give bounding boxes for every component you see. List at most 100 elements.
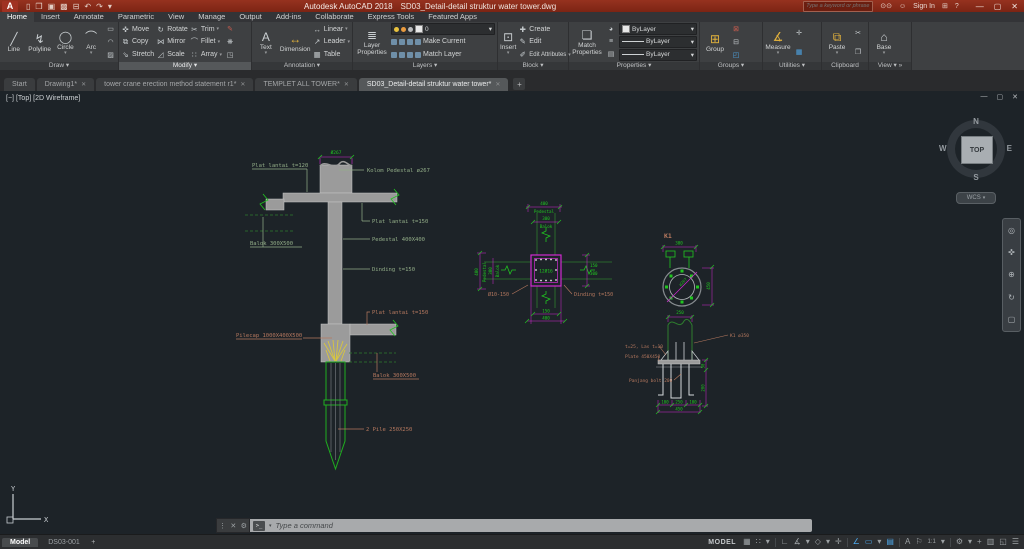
hatch-icon[interactable]: ▨	[107, 51, 114, 59]
tab-addins[interactable]: Add-ins	[269, 12, 308, 22]
fillet-button[interactable]: ⌒ Fillet ▾	[190, 36, 222, 48]
grid-toggle-icon[interactable]: ▦	[743, 536, 751, 548]
base-button[interactable]: ⌂ Base ▾	[871, 23, 897, 61]
insert-button[interactable]: ⊡ Insert ▾	[500, 23, 516, 61]
polar-toggle-icon[interactable]: ∡	[794, 536, 801, 548]
measure-button[interactable]: ∡ Measure ▾	[765, 23, 791, 61]
arc-button[interactable]: ⌒ Arc ▾	[79, 23, 103, 61]
copy-clip-icon[interactable]: ❐	[855, 48, 861, 56]
layer-properties-button[interactable]: ≣ Layer Properties	[355, 23, 389, 61]
match-properties-button[interactable]: ❏ Match Properties	[571, 23, 603, 61]
otrack-toggle-icon[interactable]: ✛	[835, 536, 842, 548]
tab-close-icon[interactable]: ✕	[240, 81, 245, 88]
ortho-toggle-icon[interactable]: ∟	[781, 536, 789, 548]
close-command-icon[interactable]: ✕	[230, 522, 236, 530]
array-button[interactable]: ∷ Array ▾	[190, 49, 222, 61]
tab-manage[interactable]: Manage	[191, 12, 232, 22]
object-color-dropdown[interactable]: ByLayer ▾	[619, 23, 697, 36]
table-button[interactable]: ▦ Table	[313, 49, 350, 61]
block-panel-label[interactable]: Block ▾	[498, 62, 568, 70]
isodraft-caret-icon[interactable]: ▾	[826, 536, 830, 548]
group-select-icon[interactable]: ◰	[733, 51, 740, 59]
wcs-menu[interactable]: WCS ▾	[956, 192, 996, 204]
tab-output[interactable]: Output	[232, 12, 269, 22]
tab-view[interactable]: View	[161, 12, 191, 22]
osnap-toggle-icon[interactable]: ∠	[853, 536, 860, 548]
color-wheel-icon[interactable]: ◕	[609, 26, 613, 33]
navigation-wheel-icon[interactable]: ◎	[1008, 226, 1015, 235]
k1-section-drawing[interactable]: K1 300 ø267 450	[660, 232, 715, 308]
list-icon[interactable]: ≡	[609, 38, 613, 45]
modify-panel-label[interactable]: Modify ▾	[119, 62, 251, 70]
command-input-bar[interactable]: >_ ▾ Type a command	[250, 519, 812, 532]
annotation-scale-button[interactable]: 1:1	[927, 536, 935, 548]
trim-button[interactable]: ✂ Trim ▾	[190, 23, 222, 35]
paste-button[interactable]: ⧉ Paste ▾	[824, 23, 850, 61]
draw-panel-label[interactable]: Draw ▾	[0, 62, 118, 70]
model-space-canvas[interactable]: [−] [Top] [2D Wireframe] — ▢ ✕ Ø267 Plat…	[0, 91, 1024, 534]
point-icon[interactable]: ✛	[796, 29, 802, 37]
scale-caret-icon[interactable]: ▾	[941, 536, 945, 548]
polyline-button[interactable]: ↯ Polyline	[28, 23, 52, 61]
annotation-monitor-icon[interactable]: ⚐	[915, 536, 922, 548]
viewcube[interactable]: N W E S TOP	[939, 116, 1012, 182]
groups-panel-label[interactable]: Groups ▾	[700, 62, 762, 70]
orbit-icon[interactable]: ↻	[1008, 293, 1015, 302]
tab-close-icon[interactable]: ✕	[495, 81, 500, 88]
circle-button[interactable]: ◯ Circle ▾	[54, 23, 78, 61]
cut-icon[interactable]: ✂	[855, 29, 861, 37]
view-panel-label[interactable]: View ▾ »	[869, 62, 911, 70]
layout-tab-ds03[interactable]: DS03-001	[40, 538, 88, 547]
annotation-panel-label[interactable]: Annotation ▾	[252, 62, 352, 70]
tab-collaborate[interactable]: Collaborate	[308, 12, 360, 22]
layer-dropdown[interactable]: 0 ▾	[391, 23, 495, 36]
linear-button[interactable]: ↔ Linear ▾	[313, 23, 350, 35]
pedestal-plan-drawing[interactable]: 12Ø16 400 Pedestal 300 Balok 400 Pedesta…	[474, 201, 613, 324]
file-tab-start[interactable]: Start	[4, 78, 35, 91]
base-plate-drawing[interactable]: 250 100 250 100 450 50 200 t=25, Las t=1…	[625, 310, 749, 415]
model-space-badge[interactable]: MODEL	[708, 539, 736, 546]
new-layout-button[interactable]: +	[88, 539, 99, 546]
linetype-dropdown[interactable]: ByLayer ▾	[619, 48, 697, 61]
viewcube-south[interactable]: S	[944, 173, 1008, 182]
annotation-visibility-icon[interactable]: A	[905, 536, 910, 548]
water-tower-section-drawing[interactable]: Ø267 Plat lantai t=120 Kolom Pedestal ø2…	[236, 149, 430, 471]
undo-icon[interactable]: ↶	[84, 1, 91, 12]
edit-attributes-button[interactable]: ✐ Edit Attributes ▾	[518, 49, 571, 61]
tab-close-icon[interactable]: ✕	[344, 81, 349, 88]
rotate-button[interactable]: ↻ Rotate	[156, 23, 188, 35]
copy-button[interactable]: ⧉ Copy	[121, 36, 154, 48]
workspace-caret-icon[interactable]: ▾	[968, 536, 972, 548]
command-line-handle[interactable]: ⋮ ✕ ⚙	[216, 518, 250, 533]
tab-parametric[interactable]: Parametric	[111, 12, 161, 22]
close-button[interactable]: ✕	[1011, 2, 1018, 11]
viewcube-east[interactable]: E	[1007, 144, 1012, 153]
pan-icon[interactable]: ✜	[1008, 248, 1015, 257]
ungroup-icon[interactable]: ⊟	[733, 38, 739, 46]
search-binoculars-icon[interactable]: ⊙⊙	[880, 2, 892, 10]
file-tab-sd03-active[interactable]: SD03_Detail-detail struktur water tower*…	[358, 78, 509, 91]
utilities-panel-label[interactable]: Utilities ▾	[763, 62, 821, 70]
ellipse-icon[interactable]: ◠	[107, 38, 113, 46]
customization-menu-icon[interactable]: ☰	[1012, 536, 1019, 548]
dynamic-input-toggle-icon[interactable]: ▭	[865, 536, 873, 548]
tab-featured-apps[interactable]: Featured Apps	[421, 12, 484, 22]
dimension-button[interactable]: ↔ Dimension	[280, 23, 311, 61]
group-button[interactable]: ⊞ Group	[702, 23, 728, 61]
move-button[interactable]: ✜ Move	[121, 23, 154, 35]
viewcube-west[interactable]: W	[939, 144, 947, 153]
drag-handle-icon[interactable]: ⋮	[219, 522, 226, 530]
block-edit-button[interactable]: ✎ Edit	[518, 36, 571, 48]
explode-icon[interactable]: ❋	[227, 38, 233, 46]
file-tab-tower-crane[interactable]: tower crane erection method statement r1…	[96, 78, 254, 91]
file-tab-templet[interactable]: TEMPLET ALL TOWER* ✕	[255, 78, 357, 91]
help-icon[interactable]: ?	[955, 3, 959, 10]
command-prompt-icon[interactable]: >_	[253, 520, 265, 531]
clean-screen-icon[interactable]: ◱	[999, 536, 1007, 548]
viewcube-north[interactable]: N	[944, 117, 1008, 126]
group-edit-icon[interactable]: ⊠	[733, 25, 739, 33]
dyninput-caret-icon[interactable]: ▾	[877, 536, 881, 548]
new-tab-button[interactable]: +	[513, 78, 526, 90]
layout-tab-model[interactable]: Model	[2, 537, 39, 547]
graphics-performance-icon[interactable]: ▥	[987, 536, 995, 548]
